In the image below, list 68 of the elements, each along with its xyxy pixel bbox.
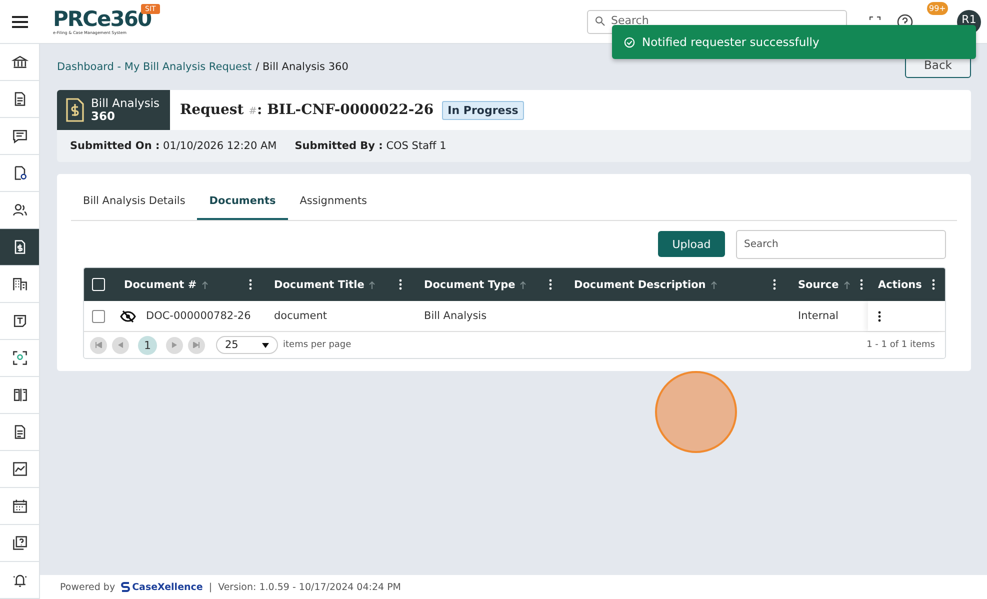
pager-summary: 1 - 1 of 1 items [866,340,935,350]
module-number: 360 [91,110,116,123]
tab[interactable]: Documents [197,184,288,220]
next-page-icon [172,342,177,348]
column-menu-icon[interactable] [860,279,863,290]
next-page-button[interactable] [166,336,183,354]
row-actions-icon[interactable] [878,310,881,322]
tab[interactable]: Assignments [288,184,380,220]
toast-message: Notified requester successfully [642,35,820,49]
column-header[interactable]: Document # [124,278,208,290]
first-page-button[interactable] [90,336,107,354]
request-title: Request #: BIL-CNF-0000022-26 [180,102,434,118]
column-header[interactable]: Document Type [424,278,526,290]
module-name: Bill Analysis [91,97,160,110]
breadcrumb-link[interactable]: Dashboard - My Bill Analysis Request [57,61,252,73]
chat-icon [10,127,28,145]
column-header[interactable]: Document Title [274,278,376,290]
menu-icon[interactable] [12,16,28,28]
dollar-document-icon [65,97,85,123]
caret-icon [262,342,269,348]
page-size-dropdown[interactable]: 25 [216,336,278,354]
table-cell: Bill Analysis [424,310,487,322]
table-cell: DOC-000000782-26 [146,310,251,322]
notification-badge: 99+ [927,2,948,14]
upload-button[interactable]: Upload [658,231,725,257]
submitted-on: Submitted On : 01/10/2026 12:20 AM [70,140,277,152]
chart-icon [10,460,28,478]
calendar-icon [10,497,28,515]
checkbox[interactable] [92,310,104,322]
column-menu-icon[interactable] [249,279,252,290]
version-text: Version: 1.0.59 - 10/17/2024 04:24 PM [218,582,401,592]
column-menu-icon[interactable] [549,279,552,290]
sort-arrow-icon[interactable] [202,280,208,288]
help-icon [10,534,28,552]
column-header[interactable]: Document Description [574,278,717,290]
check-circle-icon [624,36,635,48]
footer-separator: | [208,582,212,592]
sort-arrow-icon[interactable] [520,280,526,288]
eye-slash-icon[interactable] [120,310,136,322]
column-menu-icon[interactable] [773,279,776,290]
previous-page-icon [118,342,123,348]
sidebar-item[interactable] [0,229,39,266]
last-page-button[interactable] [188,336,205,354]
scan-icon [10,349,28,367]
powered-by-label: Powered by [60,582,116,592]
brand-logo: CaseXellence [121,582,203,592]
tab[interactable]: Bill Analysis Details [71,184,198,220]
previous-page-button[interactable] [112,336,129,354]
submitted-by: Submitted By : COS Staff 1 [294,140,446,152]
page-button[interactable]: 1 [138,336,157,354]
sort-arrow-icon[interactable] [369,280,376,288]
table-cell: document [274,310,327,322]
sort-arrow-icon[interactable] [710,280,717,288]
last-page-icon [193,342,200,348]
search-field[interactable]: Search [736,230,946,258]
status-badge: In Progress [442,100,524,120]
column-menu-icon[interactable] [932,279,935,290]
first-page-icon [95,342,102,348]
column-menu-icon[interactable] [399,279,402,290]
breadcrumb-current: / Bill Analysis 360 [256,61,348,73]
bank-icon [10,53,28,71]
column-header[interactable]: Actions [878,278,922,290]
building-icon [10,275,28,293]
column-header[interactable]: Source [798,278,850,290]
page-size-label: items per page [283,340,352,350]
sort-arrow-icon[interactable] [844,280,850,288]
table-cell: Internal [798,310,838,322]
search-icon [595,16,605,26]
